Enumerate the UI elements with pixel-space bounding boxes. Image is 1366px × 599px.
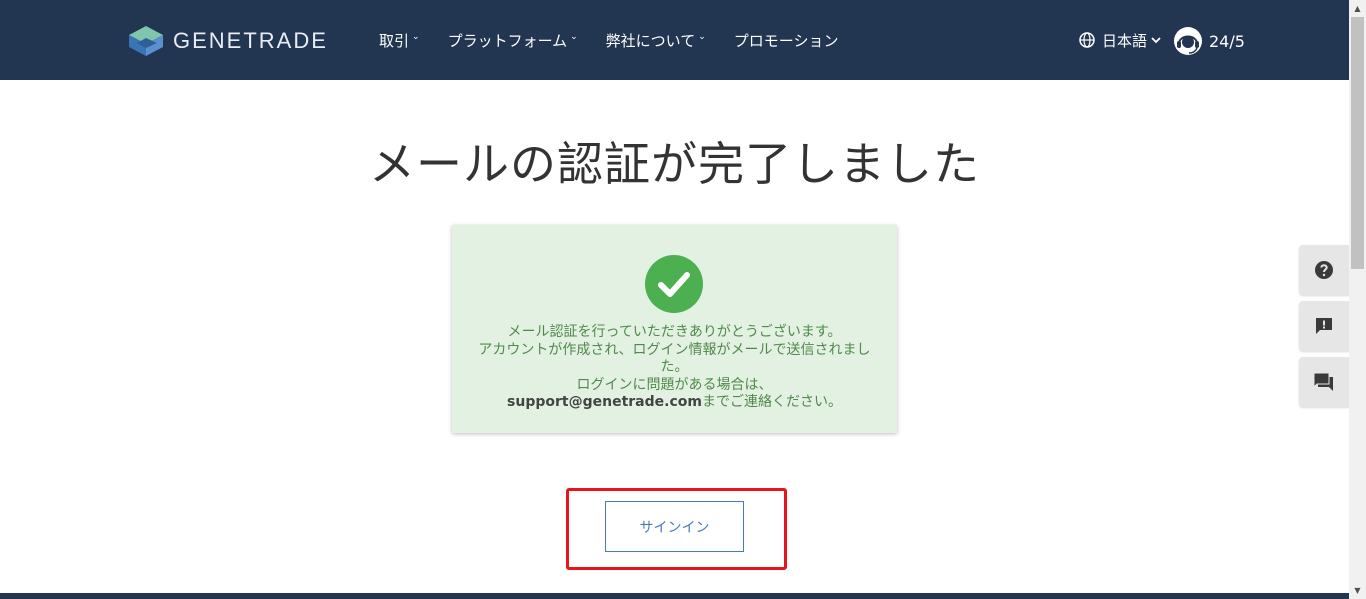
nav-item-about[interactable]: 弊社について ⌄ [606,30,706,51]
message-line: support@genetrade.comまでご連絡ください。 [472,394,877,412]
signin-button[interactable]: サインイン [605,501,744,552]
brand-name: GENETRADE [173,28,328,53]
footer-edge [0,593,1349,599]
nav-item-label: 取引 [379,31,410,50]
nav-item-label: 弊社について [605,31,696,50]
page-scrollbar[interactable]: ▲ ▼ [1349,0,1366,599]
support-link[interactable]: 24/5 [1173,24,1245,58]
chevron-down-icon: ⌄ [570,32,578,42]
brand-logo[interactable]: GENETRADE [127,24,328,58]
message-line: ログインに問題がある場合は、 [576,376,773,393]
chevron-down-icon: ⌄ [412,32,420,42]
headset-support-icon [1174,27,1202,55]
feedback-button[interactable] [1299,301,1349,351]
nav-item-label: プロモーション [733,31,839,50]
scrollbar-thumb[interactable] [1351,17,1364,269]
help-icon [1315,261,1333,279]
check-circle-icon [645,255,703,313]
success-message-card: メール認証を行っていただきありがとうございます。 アカウントが作成され、ログイン… [452,225,897,433]
scroll-up-icon[interactable]: ▲ [1349,0,1366,17]
chat-button[interactable] [1299,357,1349,407]
success-message: メール認証を行っていただきありがとうございます。 アカウントが作成され、ログイン… [472,324,877,412]
globe-icon [1079,32,1095,48]
language-label: 日本語 [1102,31,1148,50]
support-email-link[interactable]: support@genetrade.com [507,394,702,410]
logo-mark-icon [129,26,163,56]
nav-item-label: プラットフォーム [447,31,568,50]
main-nav: 取引 ⌄ プラットフォーム ⌄ 弊社について ⌄ プロモーション [379,0,866,80]
language-selector[interactable]: 日本語 [1079,0,1161,80]
scroll-down-icon[interactable]: ▼ [1349,582,1366,599]
chat-icon [1313,372,1333,391]
message-suffix: までご連絡ください。 [701,394,842,410]
nav-item-trading[interactable]: 取引 ⌄ [379,30,420,51]
feedback-icon [1316,318,1332,334]
nav-item-platform[interactable]: プラットフォーム ⌄ [448,30,578,51]
message-line: アカウントが作成され、ログイン情報がメールで送信されました。 [478,341,871,376]
message-line: メール認証を行っていただきありがとうございます。 [507,324,842,340]
chevron-down-icon: ⌄ [698,32,706,42]
chevron-down-icon [1151,37,1161,44]
page-title: メールの認証が完了しました [369,137,980,191]
top-navbar: GENETRADE 取引 ⌄ プラットフォーム ⌄ 弊社について ⌄ プロモーシ… [0,0,1349,80]
help-button[interactable] [1299,245,1349,295]
nav-item-promotions[interactable]: プロモーション [734,30,839,51]
support-hours: 24/5 [1209,31,1245,51]
